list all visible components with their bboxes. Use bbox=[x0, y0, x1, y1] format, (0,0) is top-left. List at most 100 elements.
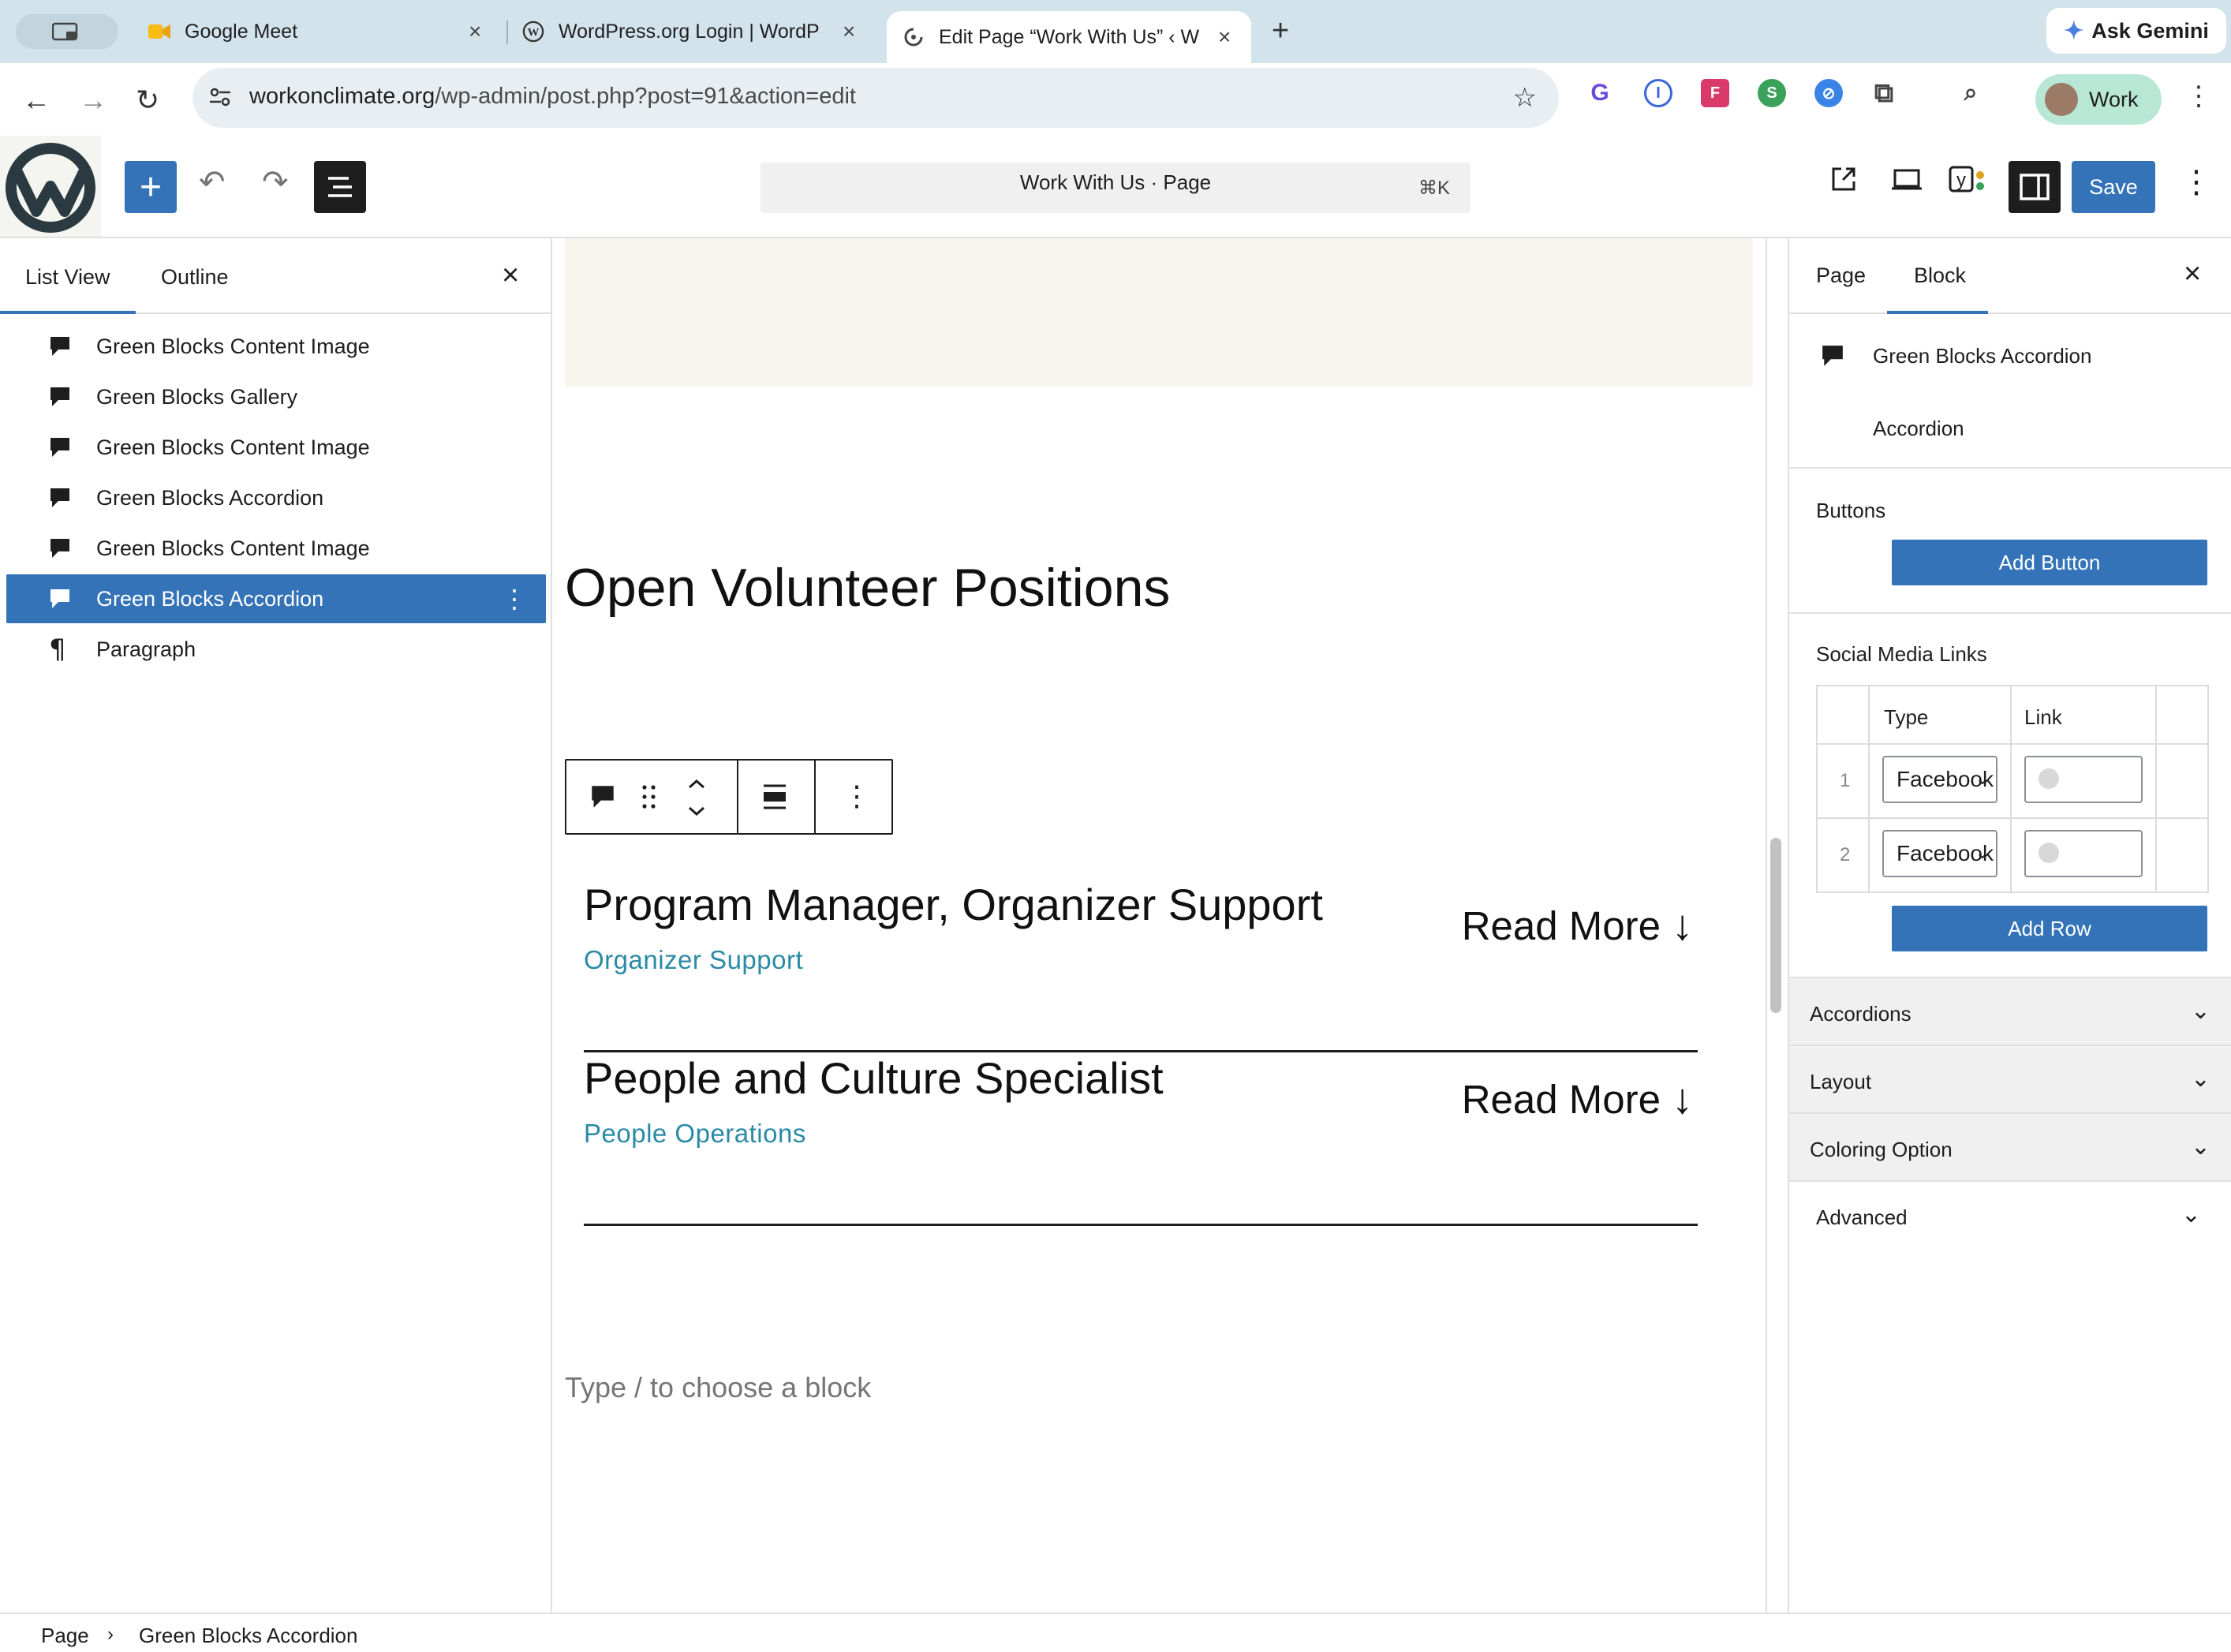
tab-edit-page[interactable]: Edit Page “Work With Us” ‹ W × bbox=[887, 11, 1251, 63]
social-type-select[interactable]: Facebook ⌄ bbox=[1882, 756, 1997, 803]
block-comment-icon bbox=[49, 335, 73, 357]
reload-icon[interactable]: ↻ bbox=[136, 84, 159, 117]
canvas-divider bbox=[1766, 238, 1767, 1613]
tab-list-view[interactable]: List View bbox=[25, 265, 110, 290]
editor-canvas: Open Volunteer Positions ⋮ Program Manag… bbox=[554, 238, 1788, 1613]
list-item-label: Green Blocks Accordion bbox=[96, 485, 324, 510]
block-comment-icon bbox=[1821, 344, 1844, 372]
tab-title: Edit Page “Work With Us” ‹ W bbox=[939, 25, 1200, 48]
add-button-button[interactable]: Add Button bbox=[1892, 540, 2207, 585]
tab-search-icon[interactable]: ⌕ bbox=[1956, 79, 1985, 107]
site-settings-icon[interactable] bbox=[208, 85, 232, 109]
save-button[interactable]: Save bbox=[2072, 161, 2155, 213]
tab-page[interactable]: Page bbox=[1816, 263, 1866, 288]
list-item-label: Green Blocks Content Image bbox=[96, 435, 370, 459]
block-type-icon[interactable] bbox=[590, 784, 615, 813]
panel-title: Layout bbox=[1810, 1070, 1872, 1093]
social-type-select[interactable]: Facebook ⌄ bbox=[1882, 830, 1997, 877]
google-meet-icon bbox=[148, 21, 170, 43]
divider bbox=[1789, 467, 2231, 469]
list-item[interactable]: Green Blocks Content Image bbox=[6, 423, 546, 472]
table-divider bbox=[2010, 686, 2012, 891]
tab-google-meet[interactable]: Google Meet × bbox=[148, 11, 495, 52]
list-item[interactable]: Green Blocks Gallery bbox=[6, 372, 546, 421]
yoast-seo-icon[interactable]: y bbox=[1947, 164, 1988, 204]
block-options-icon[interactable]: ⋮ bbox=[502, 584, 527, 614]
close-settings-icon[interactable]: × bbox=[2184, 257, 2201, 291]
monday-extension-icon[interactable]: F bbox=[1701, 79, 1729, 107]
close-list-view-icon[interactable]: × bbox=[502, 259, 519, 293]
align-icon[interactable] bbox=[759, 783, 790, 815]
url-host: workonclimate.org bbox=[249, 84, 435, 109]
social-link-input[interactable] bbox=[2024, 830, 2143, 877]
list-item-selected[interactable]: Green Blocks Accordion ⋮ bbox=[6, 574, 546, 623]
table-divider bbox=[2155, 686, 2157, 891]
list-item-label: Green Blocks Gallery bbox=[96, 384, 298, 409]
list-item-label: Green Blocks Content Image bbox=[96, 536, 370, 560]
tab-block[interactable]: Block bbox=[1914, 263, 1966, 288]
block-more-options-icon[interactable]: ⋮ bbox=[843, 779, 871, 813]
block-comment-icon bbox=[49, 537, 73, 559]
undo-icon[interactable]: ↶ bbox=[199, 164, 226, 200]
move-up-down-icon[interactable] bbox=[685, 775, 708, 824]
browser-menu-icon[interactable]: ⋮ bbox=[2185, 80, 2212, 112]
tab-close-icon[interactable]: × bbox=[843, 19, 855, 44]
list-item-label: Paragraph bbox=[96, 637, 196, 661]
row-number: 1 bbox=[1840, 770, 1851, 791]
extensions-puzzle-icon[interactable]: ⧉ bbox=[1870, 78, 1898, 108]
redo-icon[interactable]: ↷ bbox=[262, 164, 289, 200]
profile-chip[interactable]: Work bbox=[2035, 74, 2162, 125]
breadcrumb-current-block[interactable]: Green Blocks Accordion bbox=[139, 1624, 357, 1648]
link-extension-icon[interactable]: ⊘ bbox=[1814, 79, 1843, 107]
canvas-scrollbar[interactable] bbox=[1770, 838, 1781, 1013]
breadcrumb-page[interactable]: Page bbox=[41, 1624, 89, 1648]
tab-close-icon[interactable]: × bbox=[1218, 24, 1231, 50]
panel-accordions[interactable]: Accordions ⌄ bbox=[1789, 977, 2231, 1045]
forward-arrow-icon[interactable]: → bbox=[79, 84, 107, 117]
address-bar[interactable]: workonclimate.org/wp-admin/post.php?post… bbox=[192, 68, 1559, 128]
chevron-down-icon: ⌄ bbox=[2181, 1202, 2201, 1228]
panel-coloring-option[interactable]: Coloring Option ⌄ bbox=[1789, 1112, 2231, 1180]
list-view-icon bbox=[328, 177, 352, 197]
password-manager-extension-icon[interactable]: I bbox=[1644, 79, 1672, 107]
device-preview-icon[interactable] bbox=[1890, 164, 1923, 202]
accordion-item[interactable]: Program Manager, Organizer Support Organ… bbox=[584, 879, 1698, 1052]
list-item[interactable]: Green Blocks Accordion bbox=[6, 473, 546, 522]
tab-group-button[interactable] bbox=[16, 14, 118, 49]
read-more-toggle[interactable]: Read More ↓ bbox=[1462, 901, 1693, 950]
list-item[interactable]: ¶ Paragraph bbox=[6, 625, 546, 674]
editor-options-icon[interactable]: ⋮ bbox=[2181, 164, 2212, 200]
social-link-input[interactable] bbox=[2024, 756, 2143, 803]
drag-handle-icon[interactable] bbox=[641, 783, 658, 815]
chevron-down-icon: ⌄ bbox=[1975, 768, 1990, 788]
social-media-links-label: Social Media Links bbox=[1816, 642, 1987, 666]
document-overview-button[interactable] bbox=[314, 161, 366, 213]
ask-gemini-button[interactable]: ✦ Ask Gemini bbox=[2046, 8, 2226, 54]
grammarly-extension-icon[interactable]: G bbox=[1586, 79, 1614, 107]
breadcrumb: Page › Green Blocks Accordion bbox=[0, 1613, 2231, 1652]
panel-layout[interactable]: Layout ⌄ bbox=[1789, 1045, 2231, 1112]
read-more-toggle[interactable]: Read More ↓ bbox=[1462, 1075, 1693, 1123]
content-image-block[interactable] bbox=[565, 238, 1753, 387]
command-palette-bar[interactable]: Work With Us · Page ⌘K bbox=[760, 163, 1471, 213]
tab-close-icon[interactable]: × bbox=[469, 19, 481, 44]
sheets-extension-icon[interactable]: S bbox=[1758, 79, 1786, 107]
section-heading[interactable]: Open Volunteer Positions bbox=[565, 557, 1170, 619]
tab-outline[interactable]: Outline bbox=[161, 265, 229, 290]
settings-sidebar-toggle-button[interactable] bbox=[2009, 161, 2061, 213]
new-tab-icon[interactable]: + bbox=[1272, 14, 1289, 48]
back-arrow-icon[interactable]: ← bbox=[22, 84, 50, 117]
panel-advanced[interactable]: Advanced ⌄ bbox=[1789, 1180, 2231, 1248]
panel-title: Coloring Option bbox=[1810, 1138, 1953, 1161]
block-inserter-button[interactable]: + bbox=[125, 161, 177, 213]
list-item[interactable]: Green Blocks Content Image bbox=[6, 322, 546, 371]
bookmark-star-icon[interactable]: ☆ bbox=[1513, 82, 1537, 114]
tab-wordpress-login[interactable]: W WordPress.org Login | WordP × bbox=[522, 11, 869, 52]
accordion-item[interactable]: People and Culture Specialist People Ope… bbox=[584, 1052, 1698, 1226]
list-item[interactable]: Green Blocks Content Image bbox=[6, 524, 546, 573]
block-appender-placeholder[interactable]: Type / to choose a block bbox=[565, 1371, 871, 1404]
site-logo[interactable] bbox=[0, 136, 101, 237]
view-page-external-icon[interactable] bbox=[1829, 164, 1859, 202]
paragraph-icon: ¶ bbox=[49, 634, 66, 665]
add-row-button[interactable]: Add Row bbox=[1892, 906, 2207, 951]
